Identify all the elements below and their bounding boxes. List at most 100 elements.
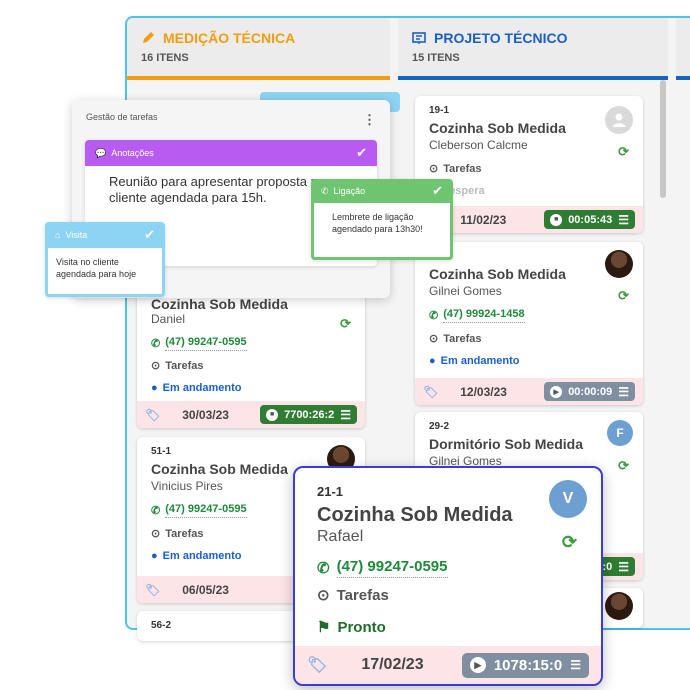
- phone-row[interactable]: ✆ (47) 99247-0595: [151, 336, 247, 351]
- tasks-label: Tarefas: [165, 527, 204, 540]
- tag-icon[interactable]: 🏷: [145, 583, 160, 597]
- check-circle-icon: ⊙: [151, 528, 161, 540]
- status-label: Em andamento: [162, 550, 242, 562]
- check-circle-icon: ⊙: [429, 163, 439, 175]
- card-client: Rafael: [317, 528, 364, 545]
- timer-value: :0: [602, 560, 613, 573]
- status-label: Em andamento: [440, 355, 520, 367]
- user-icon: [612, 113, 626, 127]
- list-icon: ☰: [618, 384, 629, 399]
- card-date: 12/03/23: [460, 384, 507, 399]
- card-client: Gilnei Gomes: [429, 284, 502, 298]
- tag-icon[interactable]: 🏷: [145, 408, 160, 422]
- avatar[interactable]: [605, 106, 633, 134]
- card-code: 56-2: [151, 620, 172, 631]
- column-title-row: MEDIÇÃO TÉCNICA: [141, 30, 376, 46]
- timer-value: 00:00:09: [568, 385, 613, 398]
- task-card[interactable]: 1 Cozinha Sob Medida Gilnei Gomes ⟳ ✆(47…: [415, 242, 643, 405]
- phone-row[interactable]: ✆ (47) 99247-0595: [317, 558, 448, 578]
- card-footer: 🏷 30/03/23 ■ 7700:26:2 ☰: [137, 401, 365, 428]
- column-header-next[interactable]: [676, 18, 690, 80]
- tasks-label: Tarefas: [443, 162, 482, 175]
- finish-flag-icon: ⚑: [317, 619, 331, 636]
- card-date: 11/02/23: [460, 212, 507, 227]
- panel-title: Gestão de tarefas: [86, 112, 158, 122]
- tasks-label: Tarefas: [336, 586, 389, 604]
- status-row: ● Em andamento: [151, 382, 242, 394]
- card-code: 19-1: [429, 105, 450, 116]
- avatar[interactable]: F: [607, 420, 633, 446]
- tasks-link[interactable]: ⊙ Tarefas: [151, 359, 204, 373]
- visit-note[interactable]: ⌂ Visita ✔ Visita no cliente agendada pa…: [45, 222, 165, 297]
- card-code: 51-1: [151, 446, 172, 457]
- sync-icon[interactable]: ⟳: [618, 144, 629, 160]
- tasks-link[interactable]: ⊙ Tarefas: [429, 162, 482, 176]
- phone-row[interactable]: ✆ (47) 99247-0595: [151, 503, 247, 518]
- note-label: Anotações: [111, 148, 154, 158]
- timer-value: 7700:26:2: [284, 408, 335, 421]
- timer-control[interactable]: ▶ 00:00:09 ☰: [544, 382, 635, 401]
- tasks-link[interactable]: ⊙ Tarefas: [429, 332, 482, 346]
- highlighted-task-card[interactable]: 21-1 Cozinha Sob Medida Rafael V ⟳ ✆ (47)…: [293, 466, 603, 686]
- avatar[interactable]: [605, 250, 633, 278]
- tasks-link[interactable]: ⊙ Tarefas: [317, 586, 389, 605]
- list-icon: ☰: [618, 559, 629, 574]
- stop-icon: ■: [266, 408, 279, 421]
- whatsapp-icon: ✆: [317, 560, 330, 577]
- call-note[interactable]: ✆ Ligação ✔ Lembrete de ligação agendado…: [311, 179, 453, 260]
- timer-control[interactable]: ▶ 1078:15:0 ☰: [461, 652, 589, 678]
- card-title: Cozinha Sob Medida: [317, 504, 513, 526]
- clock-icon: ●: [151, 382, 158, 394]
- timer-control[interactable]: ■ 00:05:43 ☰: [544, 210, 635, 229]
- note-header: ✆ Ligação ✔: [314, 182, 450, 203]
- checkmark-icon[interactable]: ✔: [144, 227, 155, 243]
- task-card[interactable]: Cozinha Sob Medida Daniel ⟳ ✆ (47) 99247-…: [137, 290, 365, 428]
- card-client: Vinicius Pires: [151, 479, 223, 493]
- column-header-medicao[interactable]: MEDIÇÃO TÉCNICA 16 ITENS: [127, 18, 390, 80]
- phone-icon: ✆: [321, 185, 329, 196]
- speech-bubble-icon: 💬: [95, 147, 107, 158]
- note-label: Visita: [65, 230, 88, 240]
- card-title: Cozinha Sob Medida: [429, 120, 566, 136]
- phone-number: (47) 99924-1458: [443, 308, 525, 323]
- card-title: Cozinha Sob Medida: [151, 296, 288, 312]
- column-count: 16 ITENS: [141, 52, 189, 64]
- more-options-icon[interactable]: ⋮: [363, 112, 376, 128]
- tag-icon[interactable]: 🏷: [423, 385, 438, 399]
- tasks-label: Tarefas: [165, 359, 204, 372]
- timer-control[interactable]: ■ 7700:26:2 ☰: [260, 405, 357, 424]
- avatar[interactable]: [605, 592, 633, 620]
- status-label: Em andamento: [162, 382, 242, 394]
- check-circle-icon: ⊙: [429, 333, 439, 345]
- tasks-link[interactable]: ⊙ Tarefas: [151, 527, 204, 541]
- timer-value: 1078:15:0: [493, 656, 563, 674]
- whatsapp-icon: ✆: [429, 310, 439, 322]
- sync-icon[interactable]: ⟳: [618, 288, 629, 304]
- list-icon: ☰: [570, 658, 581, 672]
- phone-row[interactable]: ✆ (47) 99924-1458: [429, 308, 525, 323]
- column-title: MEDIÇÃO TÉCNICA: [163, 30, 296, 46]
- checkmark-icon[interactable]: ✔: [356, 145, 367, 161]
- card-title: Dormitório Sob Medida: [429, 436, 583, 452]
- sync-icon[interactable]: ⟳: [340, 316, 351, 332]
- tag-icon[interactable]: 🏷: [307, 655, 327, 675]
- check-circle-icon: ⊙: [151, 360, 161, 372]
- column-scrollbar[interactable]: [660, 80, 666, 198]
- card-code: 21-1: [317, 484, 344, 499]
- card-footer: 🏷 17/02/23 ▶ 1078:15:0 ☰: [295, 646, 601, 684]
- avatar[interactable]: V: [549, 480, 587, 518]
- column-title: PROJETO TÉCNICO: [434, 30, 568, 46]
- note-label: Ligação: [333, 186, 366, 196]
- sync-icon[interactable]: ⟳: [562, 532, 577, 553]
- card-client: Daniel: [151, 312, 186, 326]
- column-count: 15 ITENS: [412, 52, 460, 64]
- sync-icon[interactable]: ⟳: [618, 458, 629, 474]
- check-circle-icon: ⊙: [317, 587, 330, 604]
- checkmark-icon[interactable]: ✔: [432, 183, 443, 199]
- pencil-icon: [141, 31, 155, 45]
- phone-number: (47) 99247-0595: [165, 503, 247, 518]
- home-icon: ⌂: [55, 230, 61, 240]
- status-row: ● Em andamento: [429, 355, 520, 367]
- list-icon: ☰: [618, 212, 629, 227]
- column-header-projeto[interactable]: PROJETO TÉCNICO 15 ITENS: [398, 18, 668, 80]
